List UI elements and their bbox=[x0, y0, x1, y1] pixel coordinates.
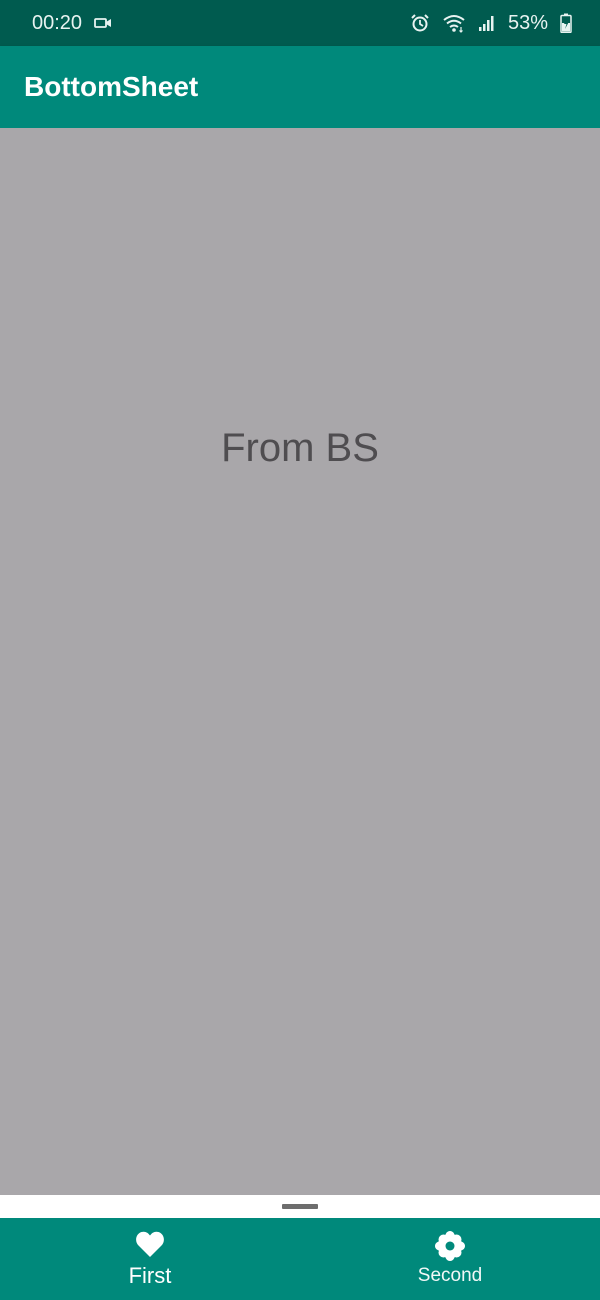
nav-label-first: First bbox=[128, 1263, 172, 1288]
alarm-icon bbox=[410, 13, 430, 33]
status-bar: 00:20 53% bbox=[0, 0, 600, 46]
status-right: 53% bbox=[410, 12, 572, 35]
nav-item-second[interactable]: Second bbox=[300, 1218, 600, 1300]
status-time: 00:20 bbox=[32, 11, 83, 34]
status-left: 00:20 bbox=[32, 12, 112, 35]
app-bar: BottomSheet bbox=[0, 46, 600, 128]
bottom-navigation: First Second bbox=[0, 1218, 600, 1300]
screen: 00:20 53% BottomSheet From BS First Seco… bbox=[0, 0, 600, 1300]
video-camera-icon bbox=[94, 16, 112, 30]
battery-charging-icon bbox=[560, 13, 572, 33]
nav-label-second: Second bbox=[417, 1265, 483, 1286]
drag-handle[interactable] bbox=[282, 1204, 318, 1209]
heart-icon bbox=[135, 1229, 165, 1259]
wifi-icon bbox=[442, 13, 466, 33]
nav-item-first[interactable]: First bbox=[0, 1218, 300, 1300]
content-area[interactable]: From BS bbox=[0, 128, 600, 1195]
flower-icon bbox=[434, 1231, 466, 1261]
app-title: BottomSheet bbox=[24, 71, 199, 102]
signal-icon bbox=[478, 14, 496, 32]
center-message: From BS bbox=[221, 426, 379, 470]
bottom-sheet-peek[interactable] bbox=[0, 1195, 600, 1218]
battery-percent: 53% bbox=[507, 11, 548, 34]
